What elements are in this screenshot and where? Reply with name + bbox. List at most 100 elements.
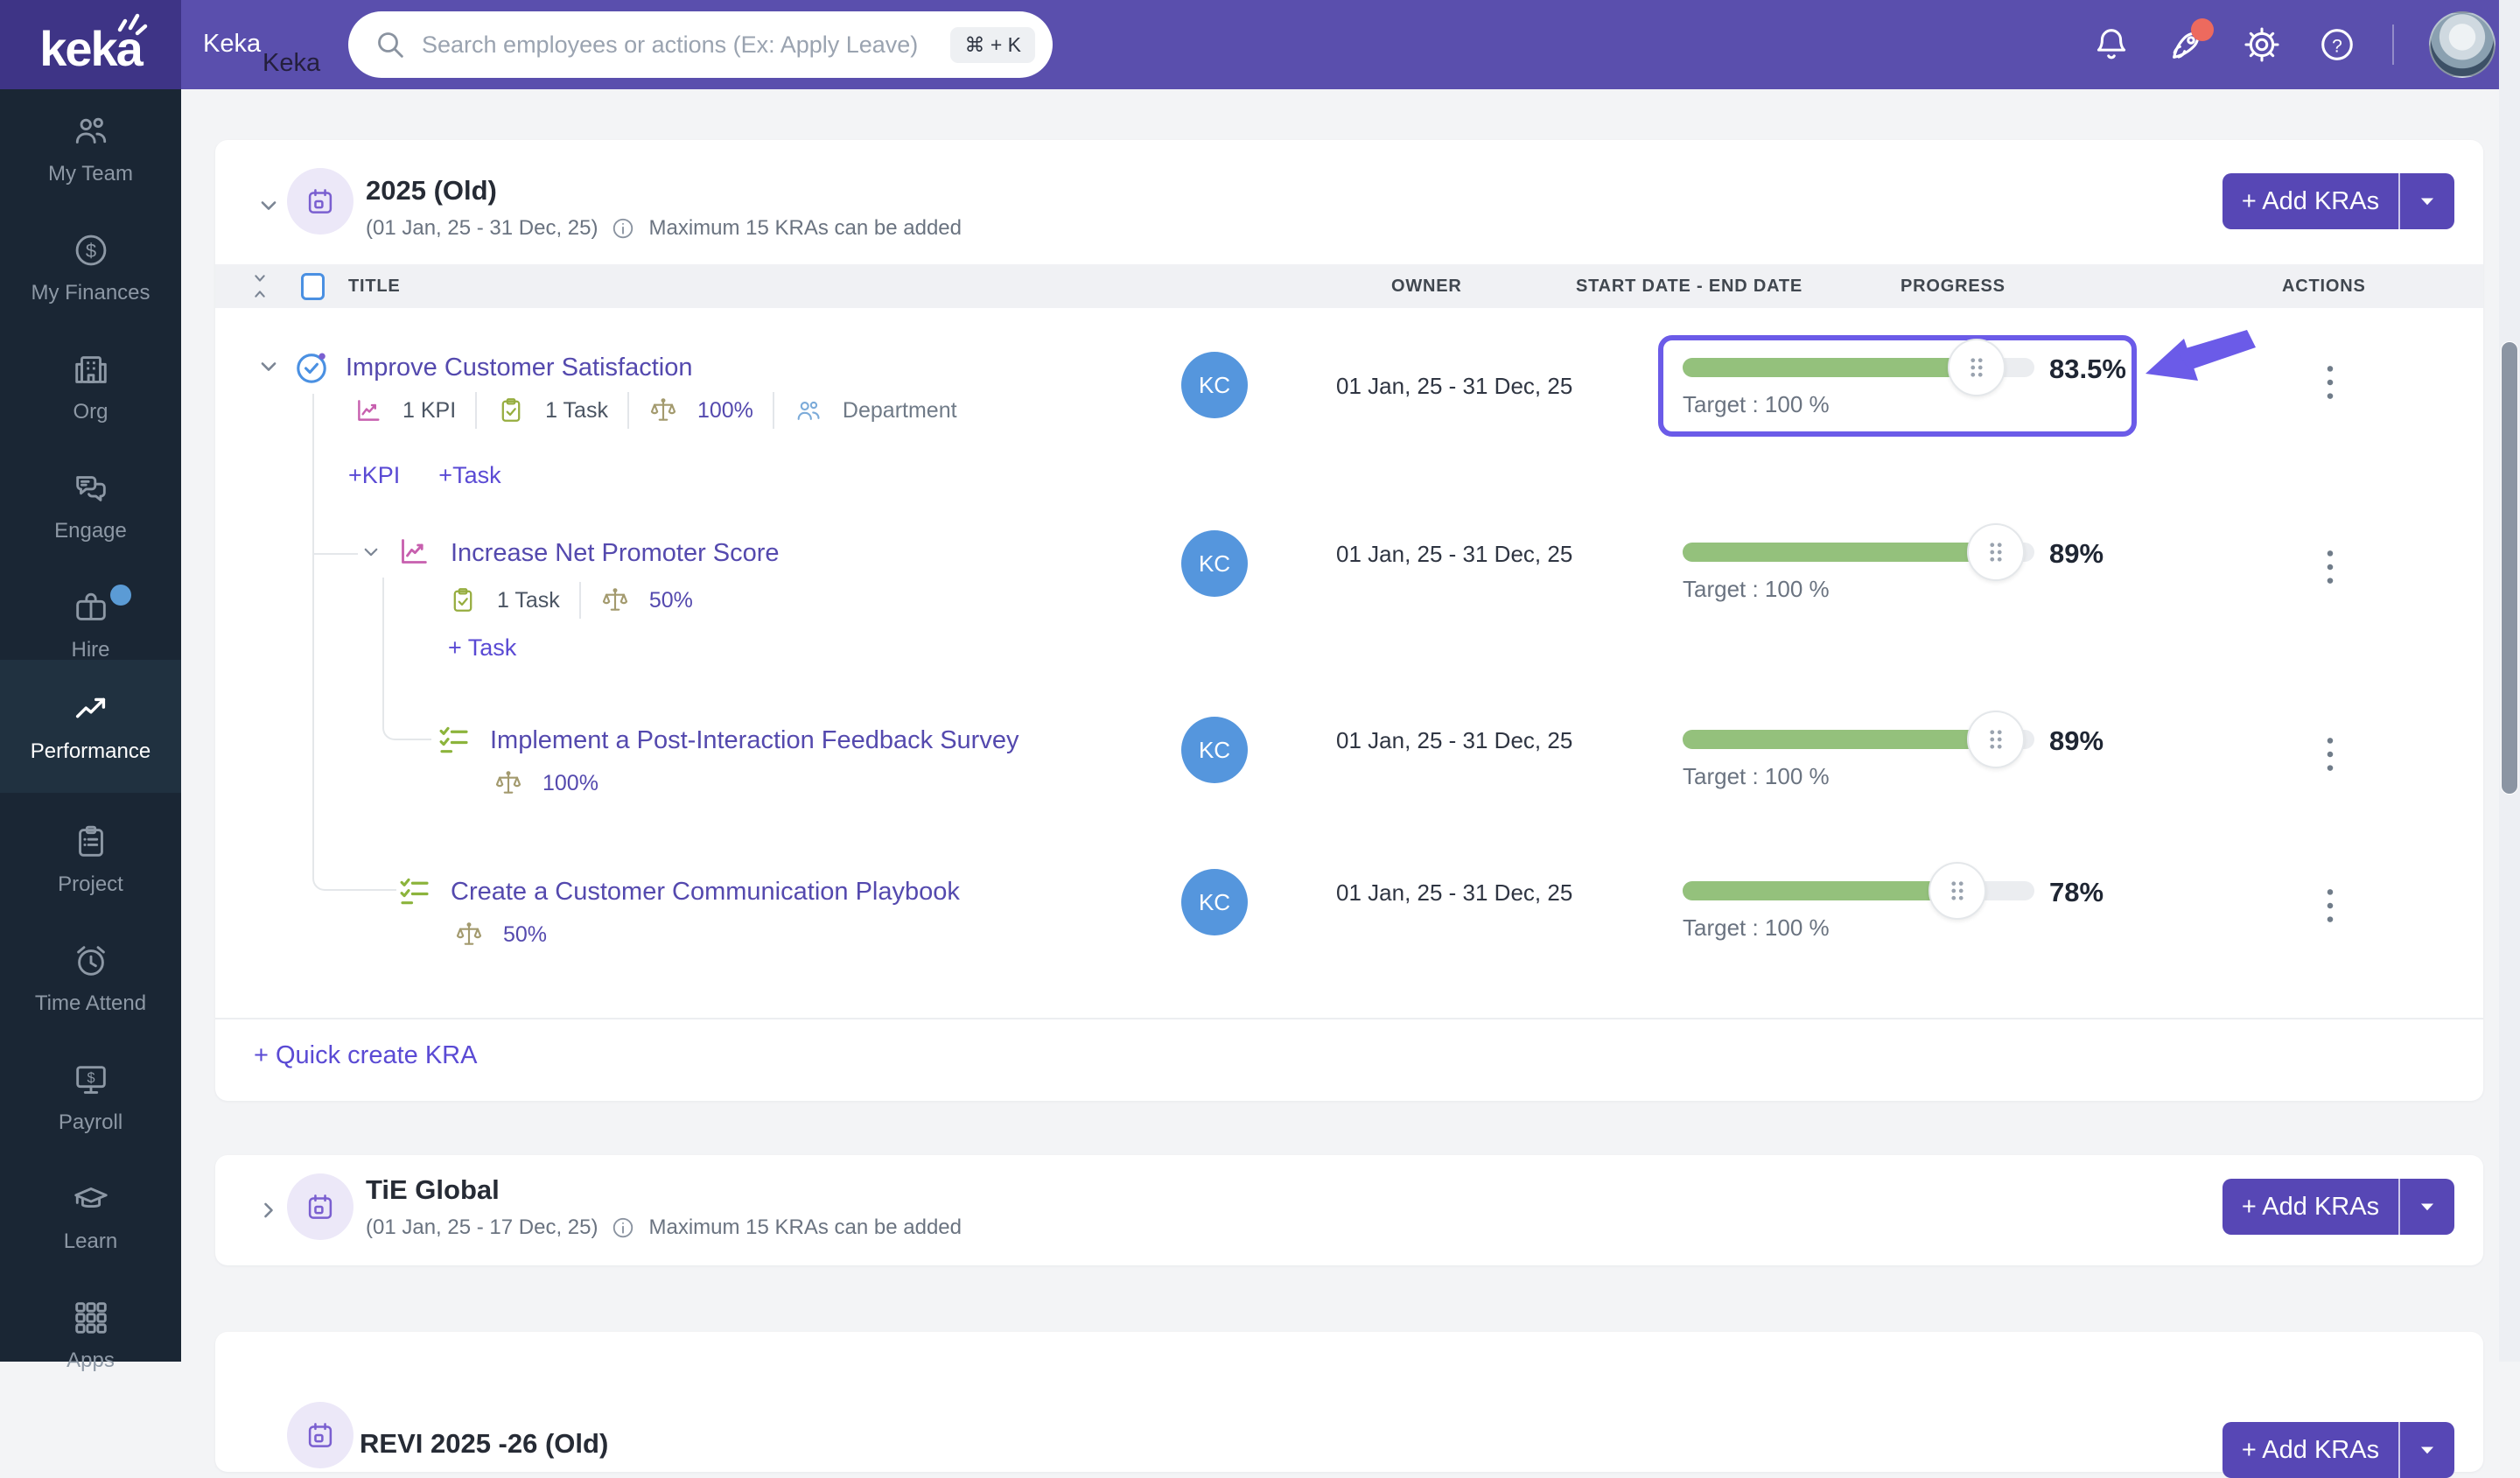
keka-logo[interactable]: keka bbox=[0, 0, 181, 89]
progress-target: Target : 100 % bbox=[1683, 914, 1830, 941]
sidebar-item-my-team[interactable]: My Team bbox=[0, 89, 181, 208]
section-title: REVI 2025 -26 (Old) bbox=[360, 1428, 609, 1459]
task-title-link[interactable]: Implement a Post-Interaction Feedback Su… bbox=[490, 726, 1018, 755]
task-checklist-icon bbox=[436, 721, 472, 758]
sidebar-item-performance[interactable]: Performance bbox=[0, 660, 181, 793]
sidebar-label: Engage bbox=[54, 519, 127, 543]
quick-create-kra-link[interactable]: + Quick create KRA bbox=[254, 1041, 477, 1070]
select-all-checkbox[interactable] bbox=[301, 272, 325, 300]
rocket-notification-dot bbox=[2191, 18, 2214, 41]
progress-highlight-box bbox=[1658, 335, 2137, 437]
add-kras-dropdown[interactable] bbox=[2400, 1179, 2454, 1235]
breadcrumb-shadow: Keka bbox=[262, 49, 321, 77]
kpi-chart-icon bbox=[396, 534, 431, 569]
time-attend-icon bbox=[71, 941, 111, 981]
row-actions-kebab-icon[interactable] bbox=[2315, 545, 2345, 589]
user-avatar[interactable] bbox=[2429, 11, 2496, 78]
progress-drag-handle[interactable] bbox=[1947, 339, 2006, 396]
settings-gear-icon[interactable] bbox=[2242, 25, 2282, 65]
chevron-down-icon[interactable] bbox=[254, 191, 284, 221]
owner-avatar: KC bbox=[1181, 717, 1248, 783]
progress-drag-handle[interactable] bbox=[1966, 523, 2025, 581]
kra-target-icon bbox=[292, 348, 331, 387]
sidebar: My Team My Finances Org Engage Hire Perf… bbox=[0, 89, 181, 1372]
add-kras-label[interactable]: + Add KRAs bbox=[2222, 1422, 2400, 1478]
row-actions-kebab-icon[interactable] bbox=[2315, 732, 2345, 776]
task-title-link[interactable]: Create a Customer Communication Playbook bbox=[451, 878, 960, 907]
engage-icon bbox=[71, 468, 111, 508]
progress-target: Target : 100 % bbox=[1683, 576, 1830, 602]
add-kras-button[interactable]: + Add KRAs bbox=[2222, 1179, 2454, 1235]
sidebar-item-payroll[interactable]: Payroll bbox=[0, 1038, 181, 1157]
sidebar-item-time-attend[interactable]: Time Attend bbox=[0, 919, 181, 1038]
add-kras-dropdown[interactable] bbox=[2400, 173, 2454, 229]
owner-initials: KC bbox=[1198, 888, 1231, 915]
add-kpi-link[interactable]: +KPI bbox=[348, 462, 400, 489]
scrollbar-track bbox=[2499, 0, 2520, 1362]
weight-value: 50% bbox=[648, 587, 693, 613]
task-count: 1 Task bbox=[497, 587, 560, 613]
global-search[interactable]: ⌘ + K bbox=[348, 11, 1053, 78]
sidebar-label: Learn bbox=[63, 1229, 118, 1253]
org-icon bbox=[71, 349, 111, 389]
add-kras-button[interactable]: + Add KRAs bbox=[2222, 1422, 2454, 1478]
add-task-link[interactable]: +Task bbox=[438, 462, 500, 489]
section-date-range: (01 Jan, 25 - 17 Dec, 25) bbox=[366, 1215, 598, 1239]
team-icon bbox=[71, 111, 111, 151]
progress-drag-handle[interactable] bbox=[1928, 862, 1986, 920]
help-icon[interactable] bbox=[2317, 25, 2357, 65]
kpi-title-link[interactable]: Increase Net Promoter Score bbox=[451, 539, 780, 568]
kra-title-link[interactable]: Improve Customer Satisfaction bbox=[346, 354, 692, 382]
add-task-link[interactable]: + Task bbox=[448, 634, 516, 662]
sidebar-item-project[interactable]: Project bbox=[0, 800, 181, 919]
row-chevron-down-icon[interactable] bbox=[358, 539, 384, 565]
sidebar-label: Apps bbox=[66, 1348, 115, 1372]
weight-value: 100% bbox=[696, 397, 753, 423]
add-kras-label[interactable]: + Add KRAs bbox=[2222, 1179, 2400, 1235]
sidebar-label: Project bbox=[58, 872, 123, 896]
progress-fill bbox=[1683, 523, 2025, 581]
rocket-icon[interactable] bbox=[2166, 18, 2214, 65]
scrollbar-thumb[interactable] bbox=[2501, 341, 2518, 795]
sidebar-label: My Finances bbox=[31, 281, 150, 305]
caret-down-icon bbox=[2412, 1435, 2442, 1465]
add-kras-button[interactable]: + Add KRAs bbox=[2222, 173, 2454, 229]
sidebar-label: Performance bbox=[30, 739, 151, 763]
row-chevron-down-icon[interactable] bbox=[254, 352, 284, 382]
task-meta: 100% bbox=[494, 768, 598, 798]
owner-initials: KC bbox=[1198, 550, 1231, 577]
add-kras-dropdown[interactable] bbox=[2400, 1422, 2454, 1478]
kra-group-2025-old: 2025 (Old) (01 Jan, 25 - 31 Dec, 25) Max… bbox=[215, 140, 2483, 1101]
sidebar-item-my-finances[interactable]: My Finances bbox=[0, 208, 181, 327]
finances-icon bbox=[71, 230, 111, 270]
sidebar-item-learn[interactable]: Learn bbox=[0, 1157, 181, 1276]
owner-avatar: KC bbox=[1181, 869, 1248, 935]
search-shortcut-badge: ⌘ + K bbox=[950, 26, 1035, 63]
progress-fill bbox=[1683, 711, 2025, 768]
search-input[interactable] bbox=[422, 31, 951, 59]
weight-scale-icon bbox=[600, 585, 630, 615]
department-users-icon bbox=[794, 396, 823, 425]
row-actions-kebab-icon[interactable] bbox=[2315, 361, 2345, 404]
progress-bar bbox=[1683, 523, 2034, 581]
row-actions-kebab-icon[interactable] bbox=[2315, 884, 2345, 928]
add-kras-label[interactable]: + Add KRAs bbox=[2222, 173, 2400, 229]
sidebar-item-engage[interactable]: Engage bbox=[0, 446, 181, 565]
date-range: 01 Jan, 25 - 31 Dec, 25 bbox=[1336, 727, 1573, 753]
chevron-right-icon[interactable] bbox=[254, 1195, 284, 1225]
info-icon bbox=[610, 215, 636, 242]
progress-bar bbox=[1683, 711, 2034, 768]
sidebar-item-org[interactable]: Org bbox=[0, 327, 181, 446]
top-bar: keka Keka Keka ⌘ + K bbox=[0, 0, 2520, 89]
progress-drag-handle[interactable] bbox=[1966, 711, 2025, 768]
info-icon bbox=[610, 1215, 636, 1241]
table-header: TITLE OWNER START DATE - END DATE PROGRE… bbox=[215, 264, 2483, 308]
progress-fill bbox=[1683, 339, 2006, 396]
date-range: 01 Jan, 25 - 31 Dec, 25 bbox=[1336, 541, 1573, 567]
sidebar-item-apps[interactable]: Apps bbox=[0, 1276, 181, 1395]
section-note: Maximum 15 KRAs can be added bbox=[648, 1215, 962, 1239]
date-range: 01 Jan, 25 - 31 Dec, 25 bbox=[1336, 373, 1573, 399]
task-meta: 50% bbox=[454, 920, 547, 949]
collapse-all-icon[interactable] bbox=[248, 270, 272, 302]
notifications-bell-icon[interactable] bbox=[2091, 25, 2132, 65]
